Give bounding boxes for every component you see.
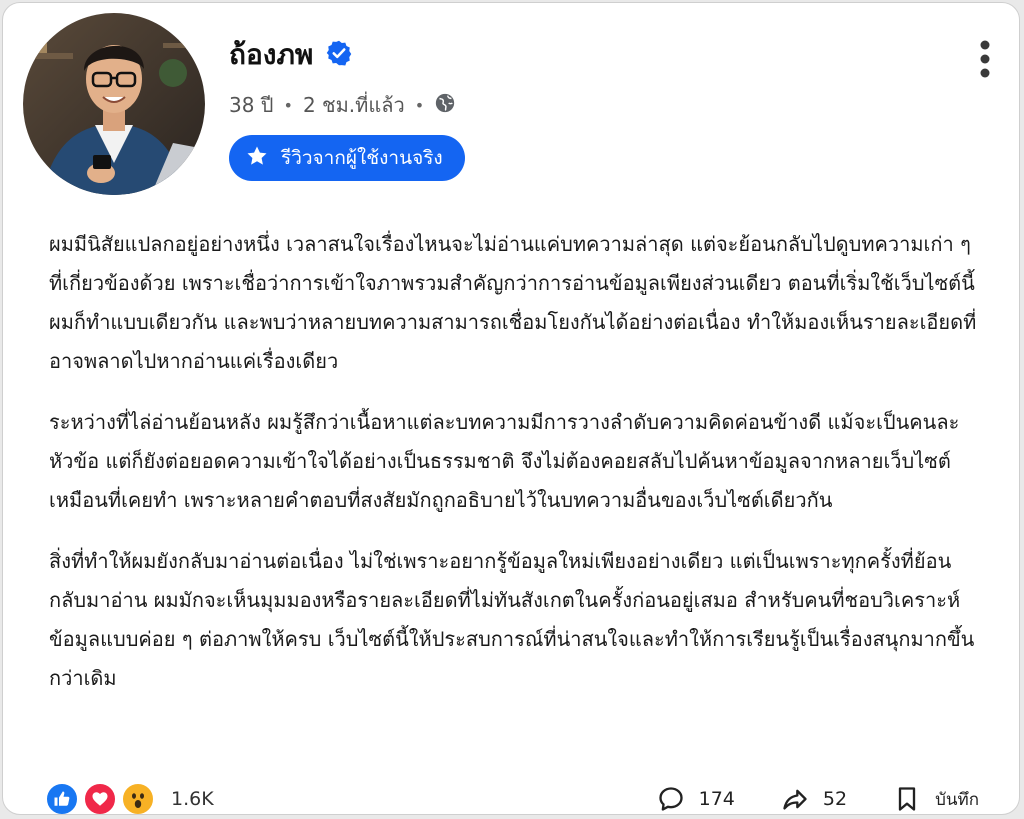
post-paragraph-3: สิ่งที่ทำให้ผมยังกลับมาอ่านต่อเนื่อง ไม่… xyxy=(49,549,975,690)
comment-count: 174 xyxy=(698,788,735,810)
star-icon xyxy=(245,144,281,173)
save-label: บันทึก xyxy=(935,789,979,810)
separator-dot: • xyxy=(283,95,293,115)
share-icon xyxy=(783,789,807,810)
real-user-review-badge: รีวิวจากผู้ใช้งานจริง xyxy=(229,135,465,181)
post-paragraph-2: ระหว่างที่ไล่อ่านย้อนหลัง ผมรู้สึกว่าเนื… xyxy=(49,410,960,512)
comment-icon xyxy=(658,787,683,811)
author-row: ถ้องภพ xyxy=(229,33,353,77)
badge-label: รีวิวจากผู้ใช้งานจริง xyxy=(281,147,443,169)
post-actions: 174 52 บันทึก xyxy=(611,785,979,813)
more-icon xyxy=(980,40,990,78)
comment-button[interactable]: 174 xyxy=(657,785,735,813)
post-paragraph-1: ผมมีนิสัยแปลกอยู่อย่างหนึ่ง เวลาสนใจเรื่… xyxy=(49,232,977,373)
post-footer: 1.6K 174 52 บันทึก xyxy=(45,781,979,814)
share-count: 52 xyxy=(822,788,848,810)
separator-dot: • xyxy=(414,95,425,115)
love-icon xyxy=(83,782,117,814)
post-time[interactable]: 2 ชม.ที่แล้ว xyxy=(303,89,405,121)
like-icon xyxy=(45,782,79,814)
post-meta: 38 ปี • 2 ชม.ที่แล้ว • xyxy=(229,89,456,121)
wow-icon xyxy=(121,782,155,814)
save-button[interactable]: บันทึก xyxy=(893,785,979,813)
avatar[interactable] xyxy=(23,13,205,195)
share-button[interactable]: 52 xyxy=(781,785,847,813)
verified-icon xyxy=(313,39,353,71)
post-card: ถ้องภพ 38 ปี • 2 ชม.ที่แล้ว • รีวิวจากผู… xyxy=(2,2,1020,815)
reactions-summary[interactable]: 1.6K xyxy=(45,782,214,814)
post-body: ผมมีนิสัยแปลกอยู่อย่างหนึ่ง เวลาสนใจเรื่… xyxy=(49,225,979,720)
bookmark-icon xyxy=(898,787,916,811)
author-age: 38 ปี xyxy=(229,93,274,117)
more-options-button[interactable] xyxy=(979,39,991,79)
globe-icon xyxy=(434,92,456,119)
author-name[interactable]: ถ้องภพ xyxy=(229,33,313,77)
reaction-count[interactable]: 1.6K xyxy=(171,788,214,810)
